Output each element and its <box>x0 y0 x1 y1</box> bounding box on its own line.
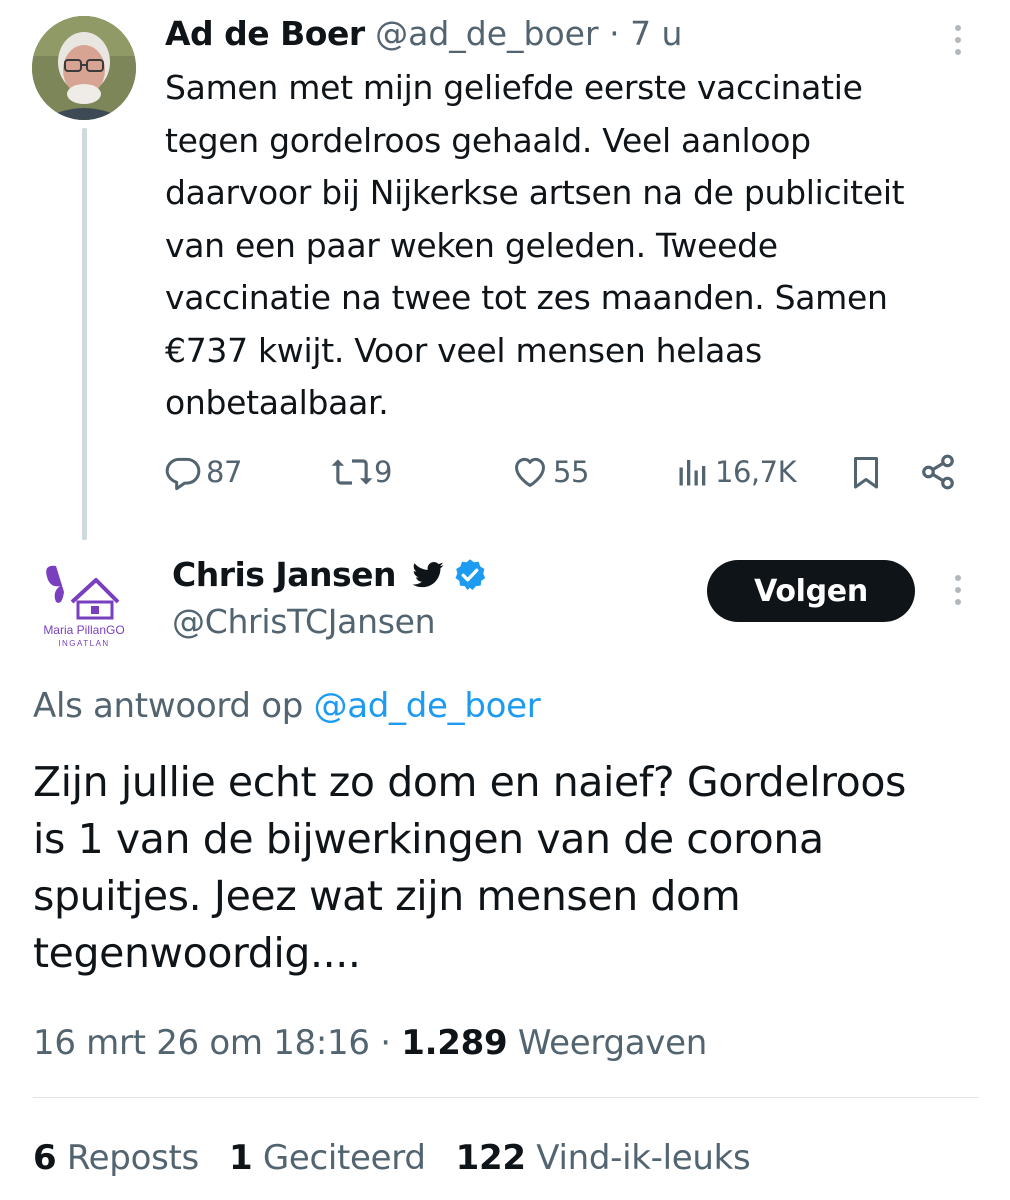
reposts-stat[interactable]: 6 Reposts <box>33 1138 199 1178</box>
more-options-icon[interactable] <box>953 575 963 611</box>
reply-count: 87 <box>206 455 242 489</box>
tweet2-handle[interactable]: @ChrisTCJansen <box>172 600 436 644</box>
tweet2-views-label: Weergaven <box>517 1023 707 1063</box>
logo-text: Maria PillanGO <box>43 623 124 637</box>
likes-label: Vind-ik-leuks <box>536 1138 751 1178</box>
tweet1-actions: 87 9 55 16,7K <box>0 448 1010 496</box>
verified-badge-icon[interactable] <box>452 557 488 593</box>
tweet1-time[interactable]: 7 u <box>630 14 682 53</box>
tweet2-author-name[interactable]: Chris Jansen <box>172 553 397 597</box>
tweet2-views-count: 1.289 <box>401 1023 508 1063</box>
reposts-count: 6 <box>33 1138 57 1178</box>
repost-count: 9 <box>374 455 392 489</box>
reply-mention-link[interactable]: @ad_de_boer <box>314 686 541 726</box>
avatar[interactable] <box>32 16 136 120</box>
dot-separator: · <box>609 14 620 53</box>
tweet2-meta: 16 mrt 26 om 18:16 · 1.289 Weergaven <box>33 1020 707 1066</box>
reply-button[interactable]: 87 <box>164 448 242 496</box>
engagement-stats: 6 Reposts 1 Geciteerd 122 Vind-ik-leuks <box>33 1135 751 1181</box>
quotes-stat[interactable]: 1 Geciteerd <box>229 1138 426 1178</box>
repost-button[interactable]: 9 <box>330 448 392 496</box>
reposts-label: Reposts <box>66 1138 199 1178</box>
avatar[interactable]: Maria PillanGO INGATLAN <box>32 562 136 648</box>
reply-icon <box>165 457 201 491</box>
avatar-photo <box>32 16 136 120</box>
bird-icon <box>412 562 444 588</box>
likes-stat[interactable]: 122 Vind-ik-leuks <box>456 1138 751 1178</box>
tweet2-text: Zijn jullie echt zo dom en naief? Gordel… <box>33 758 906 977</box>
divider <box>33 1097 979 1098</box>
heart-icon <box>515 457 545 487</box>
logo-subtext: INGATLAN <box>58 639 109 648</box>
bookmark-icon <box>854 457 878 489</box>
more-options-icon[interactable] <box>953 25 963 61</box>
tweet2-author: Chris Jansen <box>172 553 488 597</box>
tweet1-handle[interactable]: @ad_de_boer <box>375 14 598 53</box>
house-butterfly-logo: Maria PillanGO INGATLAN <box>43 565 125 648</box>
likes-count: 122 <box>455 1138 526 1178</box>
tweet1-author-name[interactable]: Ad de Boer <box>165 14 365 53</box>
views-chart-icon <box>679 460 706 486</box>
views-count: 16,7K <box>715 455 797 489</box>
share-button[interactable] <box>918 448 958 496</box>
repost-icon <box>331 459 373 485</box>
like-count: 55 <box>553 455 589 489</box>
like-button[interactable]: 55 <box>511 448 589 496</box>
tweet2-date[interactable]: 16 mrt 26 om 18:16 <box>33 1023 370 1063</box>
share-icon <box>922 454 954 490</box>
quotes-count: 1 <box>228 1138 253 1178</box>
views-button[interactable]: 16,7K <box>675 448 797 496</box>
bookmark-button[interactable] <box>848 448 884 496</box>
reply-context: Als antwoord op @ad_de_boer <box>33 683 541 729</box>
follow-button[interactable]: Volgen <box>707 560 915 622</box>
quotes-label: Geciteerd <box>262 1138 426 1178</box>
dot-separator: · <box>380 1023 391 1063</box>
tweet1-text: Samen met mijn geliefde eerste vaccinati… <box>165 68 905 422</box>
tweet1-header: Ad de Boer @ad_de_boer · 7 u <box>165 12 682 56</box>
reply-prefix: Als antwoord op <box>33 686 304 726</box>
